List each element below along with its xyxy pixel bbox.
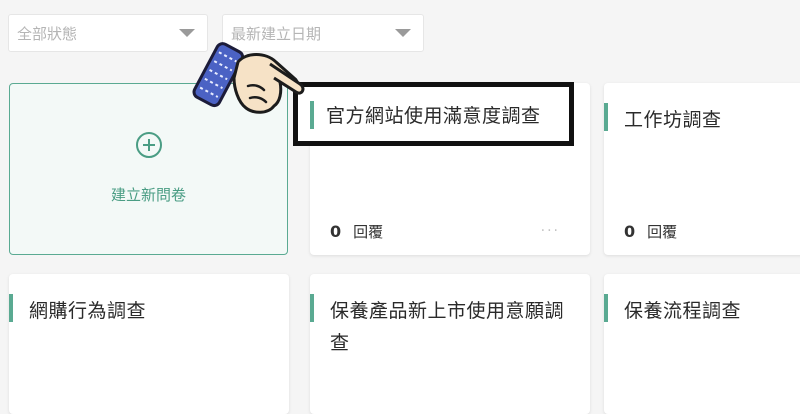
survey-card[interactable]: 網購行為調查 xyxy=(9,274,289,414)
survey-title: 保養流程調查 xyxy=(624,300,742,322)
response-number: 0 xyxy=(330,222,342,241)
caret-down-icon xyxy=(395,29,411,37)
accent-bar xyxy=(604,103,608,131)
survey-card[interactable]: 工作坊調查 0 回覆 xyxy=(604,83,800,255)
survey-title: 網購行為調查 xyxy=(29,300,147,322)
status-filter-dropdown[interactable]: 全部狀態 xyxy=(8,14,208,52)
accent-bar xyxy=(310,294,314,322)
response-label: 回覆 xyxy=(647,223,678,241)
highlighted-survey-title[interactable]: 官方網站使用滿意度調查 xyxy=(293,82,574,146)
pointing-hand-icon xyxy=(192,42,305,114)
create-survey-label: 建立新問卷 xyxy=(110,186,186,204)
more-options-icon[interactable]: ··· xyxy=(541,223,560,239)
survey-title: 保養產品新上市使用意願調查 xyxy=(330,300,565,354)
response-label: 回覆 xyxy=(353,223,384,241)
survey-card[interactable]: 保養產品新上市使用意願調查 xyxy=(310,274,590,414)
response-count: 0 回覆 xyxy=(624,221,677,242)
response-count: 0 回覆 xyxy=(330,221,383,242)
accent-bar xyxy=(604,294,608,322)
survey-title: 工作坊調查 xyxy=(624,109,722,131)
survey-card[interactable]: 保養流程調查 xyxy=(604,274,800,414)
accent-bar xyxy=(9,294,13,322)
response-number: 0 xyxy=(624,222,636,241)
status-filter-text: 全部狀態 xyxy=(17,24,78,43)
plus-circle-icon xyxy=(136,132,162,158)
survey-title: 官方網站使用滿意度調查 xyxy=(326,105,541,127)
